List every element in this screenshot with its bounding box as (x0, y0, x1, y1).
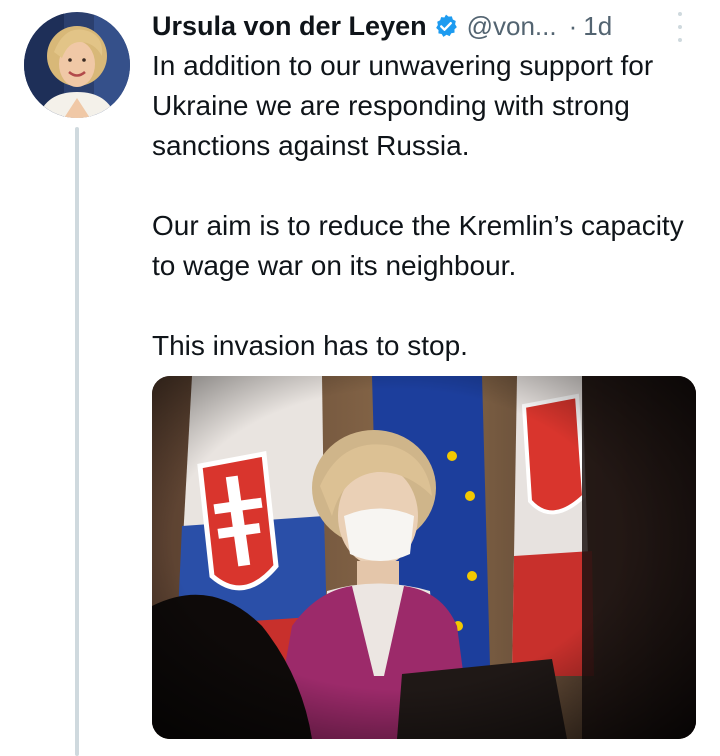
tweet-timestamp[interactable]: 1d (583, 11, 612, 42)
verified-badge-icon (433, 13, 459, 39)
tweet-header: Ursula von der Leyen @von... · 1d (152, 4, 692, 48)
thread-connector-line (75, 127, 79, 756)
tweet-text: In addition to our unwavering support fo… (152, 46, 692, 366)
tweet-paragraph: In addition to our unwavering support fo… (152, 50, 654, 161)
header-separator: · (568, 10, 578, 41)
tweet-paragraph: Our aim is to reduce the Kremlin’s capac… (152, 210, 684, 281)
tweet-paragraph: This invasion has to stop. (152, 330, 468, 361)
author-avatar[interactable] (24, 12, 130, 118)
author-handle[interactable]: @von... (467, 11, 557, 42)
press-conference-photo (152, 376, 696, 739)
author-name[interactable]: Ursula von der Leyen (152, 11, 427, 42)
more-options-icon[interactable] (671, 12, 689, 42)
tweet-media-photo[interactable] (152, 376, 696, 739)
avatar-photo (24, 12, 130, 118)
